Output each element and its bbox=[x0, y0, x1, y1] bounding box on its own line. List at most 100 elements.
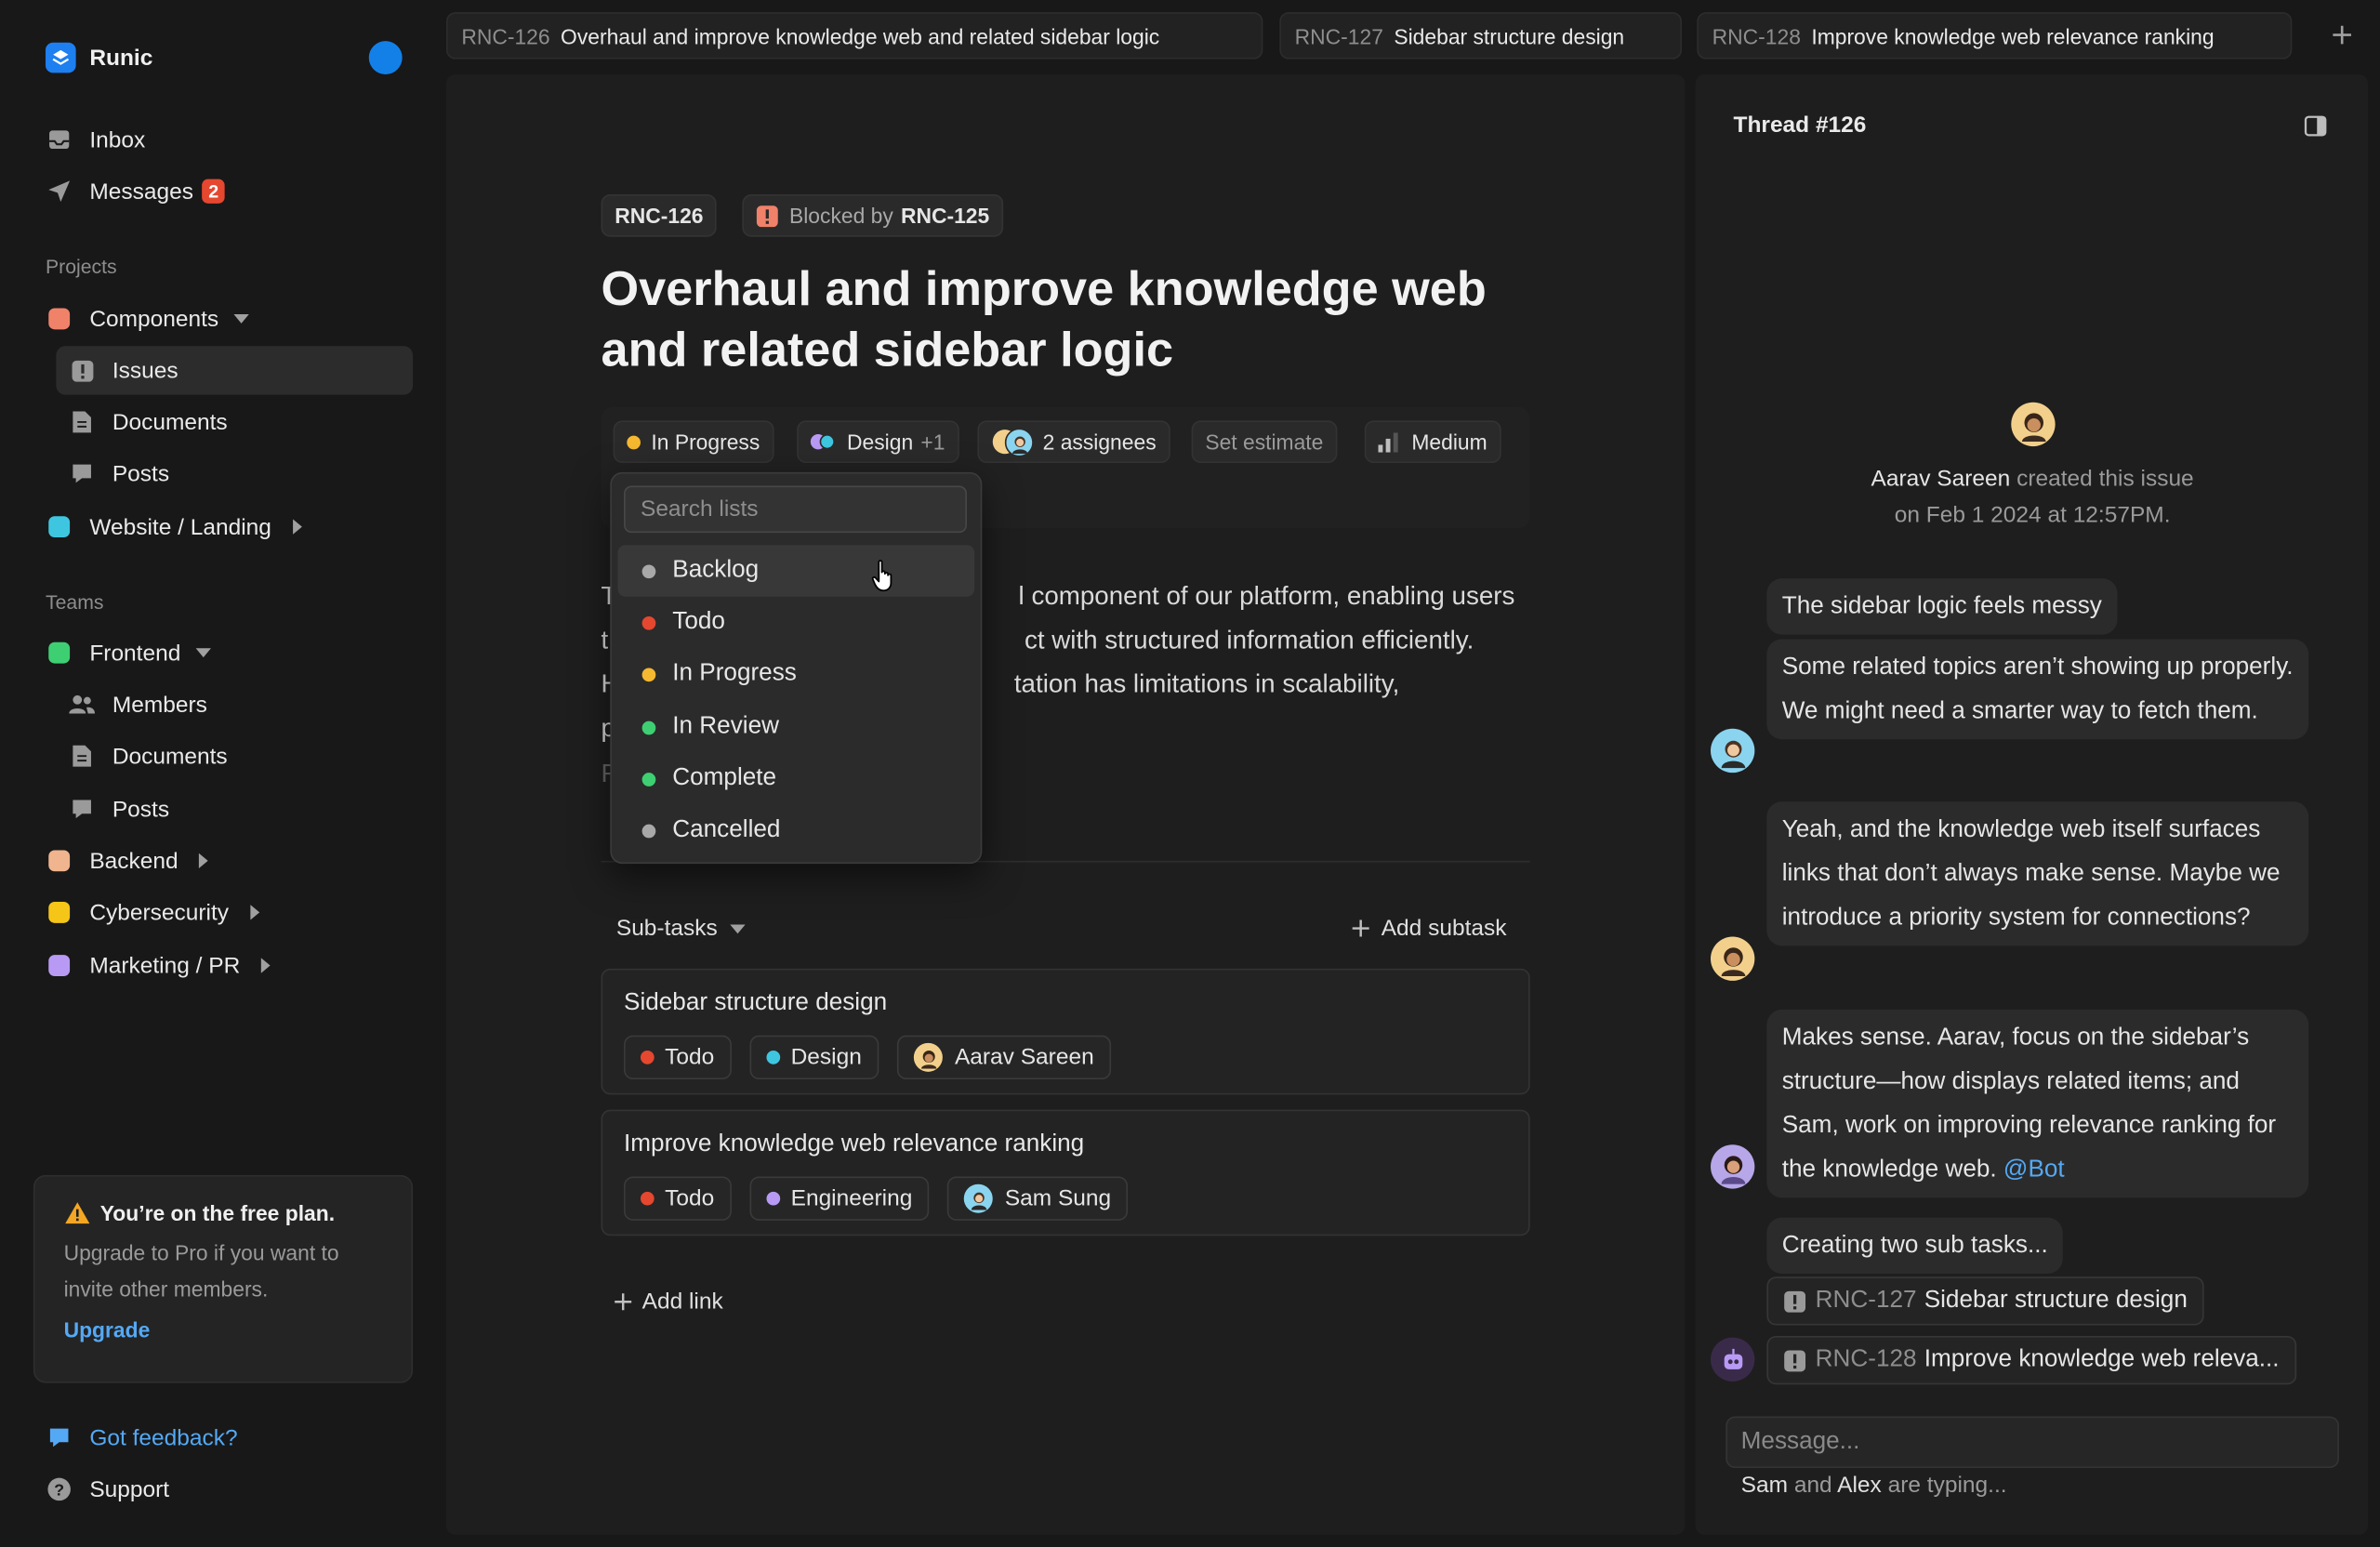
toggle-panel-icon[interactable] bbox=[2304, 115, 2327, 137]
status-dot bbox=[641, 563, 656, 578]
assignee-avatars bbox=[991, 428, 1034, 457]
status-option-cancelled[interactable]: Cancelled bbox=[617, 804, 974, 856]
sidebar-item-label: Website / Landing bbox=[89, 513, 271, 540]
subtask-label[interactable]: Engineering bbox=[749, 1176, 930, 1221]
assignee-name: Aarav Sareen bbox=[954, 1044, 1094, 1071]
bot-mention[interactable]: @Bot bbox=[2003, 1157, 2065, 1183]
chevron-right-icon[interactable] bbox=[292, 519, 302, 535]
sidebar-item-issues[interactable]: Issues bbox=[56, 346, 414, 395]
label-name: Design bbox=[790, 1044, 862, 1071]
label-dot bbox=[766, 1191, 781, 1206]
chevron-right-icon[interactable] bbox=[249, 905, 259, 920]
tab-rnc-126[interactable]: RNC-126 Overhaul and improve knowledge w… bbox=[445, 12, 1263, 60]
subtask-assignee[interactable]: Sam Sung bbox=[946, 1176, 1129, 1221]
issue-icon bbox=[1784, 1349, 1806, 1371]
subtask-status[interactable]: Todo bbox=[624, 1035, 732, 1080]
issue-reference-rnc-128[interactable]: RNC-128 Improve knowledge web releva... bbox=[1766, 1335, 2296, 1385]
sidebar-item-label: Posts bbox=[112, 796, 170, 823]
label-dots-icon bbox=[810, 434, 835, 450]
subtasks-toggle[interactable]: Sub-tasks bbox=[616, 916, 746, 941]
chevron-right-icon[interactable] bbox=[199, 853, 209, 869]
feedback-link[interactable]: Got feedback? bbox=[33, 1413, 413, 1461]
issue-reference-rnc-127[interactable]: RNC-127 Sidebar structure design bbox=[1766, 1276, 2204, 1326]
status-option-in-progress[interactable]: In Progress bbox=[617, 648, 974, 700]
user-avatar[interactable] bbox=[368, 41, 403, 75]
sidebar-item-team-posts[interactable]: Posts bbox=[56, 785, 413, 833]
status-option-backlog[interactable]: Backlog bbox=[617, 545, 975, 597]
sidebar-item-team-documents[interactable]: Documents bbox=[56, 732, 413, 780]
tab-title: Sidebar structure design bbox=[1394, 23, 1625, 48]
plus-icon bbox=[1352, 919, 1369, 937]
subtask-status[interactable]: Todo bbox=[624, 1176, 732, 1221]
issue-id-chip[interactable]: RNC-126 bbox=[601, 194, 718, 237]
description-fragment: tation has limitations in scalability, bbox=[1013, 669, 1400, 699]
typing-suffix: are typing... bbox=[1887, 1472, 2007, 1499]
chevron-right-icon[interactable] bbox=[261, 958, 271, 973]
sidebar-item-posts[interactable]: Posts bbox=[56, 449, 413, 497]
search-lists-input[interactable]: Search lists bbox=[624, 485, 967, 534]
tab-rnc-127[interactable]: RNC-127 Sidebar structure design bbox=[1279, 12, 1682, 60]
bot-avatar-icon bbox=[1710, 1337, 1755, 1382]
estimate-label: Set estimate bbox=[1205, 430, 1324, 455]
option-label: In Progress bbox=[672, 660, 797, 687]
message-bubble: Yeah, and the knowledge web itself surfa… bbox=[1766, 801, 2309, 946]
hand-cursor-icon bbox=[871, 559, 898, 592]
sidebar-item-cybersecurity[interactable]: Cybersecurity bbox=[33, 888, 413, 936]
plus-icon bbox=[615, 1293, 632, 1311]
labels-chip[interactable]: Design +1 bbox=[797, 420, 959, 464]
sidebar-item-components[interactable]: Components bbox=[33, 295, 413, 343]
chevron-down-icon[interactable] bbox=[233, 314, 249, 324]
assignees-chip[interactable]: 2 assignees bbox=[977, 420, 1170, 464]
unread-badge: 2 bbox=[202, 178, 225, 204]
option-label: Cancelled bbox=[672, 816, 781, 843]
tab-rnc-128[interactable]: RNC-128 Improve knowledge web relevance … bbox=[1697, 12, 2293, 60]
chevron-down-icon[interactable] bbox=[195, 648, 212, 658]
sidebar-item-messages[interactable]: Messages 2 bbox=[33, 167, 413, 216]
status-dot bbox=[641, 720, 656, 734]
plan-title-row: You’re on the free plan. bbox=[64, 1201, 383, 1225]
status-option-todo[interactable]: Todo bbox=[617, 597, 974, 649]
feedback-icon bbox=[46, 1424, 73, 1451]
sidebar-item-website[interactable]: Website / Landing bbox=[33, 503, 413, 551]
sidebar-item-documents[interactable]: Documents bbox=[56, 398, 413, 446]
new-tab-plus-icon[interactable] bbox=[2332, 24, 2353, 46]
status-dot bbox=[640, 1050, 654, 1064]
sidebar-item-marketing[interactable]: Marketing / PR bbox=[33, 941, 413, 989]
add-subtask-button[interactable]: Add subtask bbox=[1351, 915, 1507, 942]
avatar bbox=[1710, 1144, 1755, 1189]
add-subtask-label: Add subtask bbox=[1381, 915, 1507, 942]
sidebar-item-inbox[interactable]: Inbox bbox=[33, 115, 413, 164]
blocked-by-chip[interactable]: Blocked by RNC-125 bbox=[742, 194, 1003, 237]
description-fragment: t bbox=[601, 625, 609, 654]
status-dot bbox=[641, 667, 656, 681]
priority-chip[interactable]: Medium bbox=[1364, 420, 1501, 464]
subtask-card[interactable]: Improve knowledge web relevance ranking … bbox=[601, 1109, 1530, 1236]
status-dot bbox=[641, 615, 656, 629]
support-link[interactable]: ? Support bbox=[33, 1465, 413, 1514]
subtask-label[interactable]: Design bbox=[749, 1035, 879, 1080]
ref-title: Improve knowledge web releva... bbox=[1924, 1346, 2280, 1373]
message-bubble: The sidebar logic feels messy bbox=[1766, 578, 2118, 635]
status-option-in-review[interactable]: In Review bbox=[617, 701, 974, 753]
upgrade-link[interactable]: Upgrade bbox=[64, 1317, 383, 1342]
issue-title[interactable]: Overhaul and improve knowledge web and r… bbox=[602, 258, 1542, 380]
status-option-complete[interactable]: Complete bbox=[617, 753, 974, 805]
estimate-chip[interactable]: Set estimate bbox=[1191, 420, 1338, 464]
sidebar-item-backend[interactable]: Backend bbox=[33, 837, 413, 885]
created-text: created this issue bbox=[2016, 466, 2194, 493]
sidebar-item-frontend[interactable]: Frontend bbox=[33, 628, 413, 677]
ref-title: Sidebar structure design bbox=[1924, 1287, 2188, 1314]
status-chip[interactable]: In Progress bbox=[613, 420, 774, 464]
message-input[interactable]: Message... bbox=[1726, 1416, 2339, 1469]
workspace-switcher[interactable]: Runic bbox=[45, 41, 152, 74]
sidebar-item-members[interactable]: Members bbox=[56, 681, 413, 729]
sidebar-item-label: Messages bbox=[89, 178, 193, 205]
subtask-assignee[interactable]: Aarav Sareen bbox=[896, 1035, 1111, 1080]
typing-user: Alex bbox=[1837, 1472, 1882, 1499]
option-label: Backlog bbox=[672, 557, 760, 584]
ref-key: RNC-128 bbox=[1815, 1346, 1917, 1373]
subtask-card[interactable]: Sidebar structure design Todo Design Aar… bbox=[601, 968, 1530, 1095]
avatar bbox=[1710, 728, 1755, 774]
label-extra-count: +1 bbox=[920, 430, 945, 455]
add-link-button[interactable]: Add link bbox=[614, 1289, 723, 1315]
